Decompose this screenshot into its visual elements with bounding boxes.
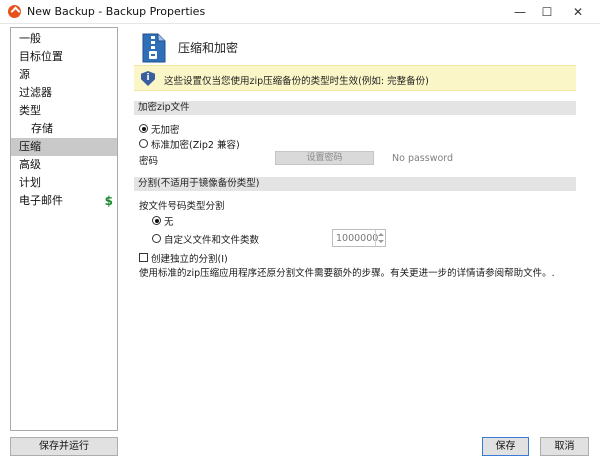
window-title: New Backup - Backup Properties: [27, 5, 206, 18]
split-count-value[interactable]: 1000000: [336, 233, 378, 244]
sidebar-item-label: 电子邮件: [19, 194, 63, 207]
maximize-button[interactable]: ☐: [531, 0, 563, 24]
sidebar-item-type[interactable]: 类型: [11, 102, 117, 120]
sidebar-item-label: 压缩: [19, 140, 41, 153]
password-label: 密码: [139, 156, 159, 167]
sidebar-item-label: 类型: [19, 104, 41, 117]
sidebar-item-email[interactable]: 电子邮件 $: [11, 192, 117, 210]
set-password-button[interactable]: 设置密码: [275, 151, 374, 165]
sidebar-nav: 一般 目标位置 源 过滤器 类型 存储 压缩 高级 计划 电子邮件 $: [10, 27, 118, 431]
independent-split-checkbox[interactable]: [139, 253, 148, 262]
radio-standard-encryption-label[interactable]: 标准加密(Zip2 兼容): [151, 137, 240, 151]
app-logo-icon: [8, 5, 21, 18]
sidebar-item-compression[interactable]: 压缩: [11, 138, 117, 156]
split-subtitle: 按文件号码类型分割: [139, 201, 225, 212]
radio-split-custom[interactable]: [152, 234, 161, 243]
info-banner: i 这些设置仅当您使用zip压缩备份的类型时生效(例如: 完整备份): [134, 65, 576, 91]
cancel-button[interactable]: 取消: [540, 437, 589, 456]
sidebar-item-label: 过滤器: [19, 86, 52, 99]
sidebar-item-label: 源: [19, 68, 30, 81]
independent-split-label[interactable]: 创建独立的分割(I): [151, 251, 228, 265]
sidebar-item-label: 目标位置: [19, 50, 63, 63]
sidebar-item-storage[interactable]: 存储: [11, 120, 117, 138]
chevron-down-icon[interactable]: [378, 240, 384, 243]
shield-info-icon: i: [141, 71, 155, 86]
radio-split-custom-label[interactable]: 自定义文件和文件类数: [164, 232, 259, 246]
radio-split-none[interactable]: [152, 216, 161, 225]
save-button[interactable]: 保存: [482, 437, 529, 456]
sidebar-item-filters[interactable]: 过滤器: [11, 84, 117, 102]
password-status: No password: [392, 153, 454, 164]
sidebar-item-label: 存储: [31, 122, 53, 135]
radio-standard-encryption[interactable]: [139, 139, 148, 148]
radio-no-encryption-label[interactable]: 无加密: [151, 122, 180, 136]
radio-no-encryption[interactable]: [139, 124, 148, 133]
stepper-buttons[interactable]: [375, 230, 385, 246]
split-help-text: 使用标准的zip压缩应用程序还原分割文件需要额外的步骤。有关更进一步的详情请参阅…: [139, 268, 555, 279]
sidebar-item-schedule[interactable]: 计划: [11, 174, 117, 192]
zip-file-icon: [141, 33, 167, 63]
page-title: 压缩和加密: [178, 41, 239, 55]
sidebar-item-label: 高级: [19, 158, 41, 171]
section-encryption-header: 加密zip文件: [134, 101, 576, 115]
split-count-stepper[interactable]: 1000000: [332, 229, 386, 247]
save-and-run-button[interactable]: 保存并运行: [10, 437, 118, 456]
sidebar-item-label: 计划: [19, 176, 41, 189]
sidebar-item-general[interactable]: 一般: [11, 30, 117, 48]
sidebar-item-label: 一般: [19, 32, 41, 45]
info-text: 这些设置仅当您使用zip压缩备份的类型时生效(例如: 完整备份): [164, 76, 429, 87]
close-button[interactable]: ✕: [562, 0, 594, 24]
sidebar-item-source[interactable]: 源: [11, 66, 117, 84]
dollar-icon: $: [104, 194, 113, 208]
sidebar-item-advanced[interactable]: 高级: [11, 156, 117, 174]
sidebar-item-destination[interactable]: 目标位置: [11, 48, 117, 66]
section-split-header: 分割(不适用于镜像备份类型): [134, 177, 576, 191]
title-bar: New Backup - Backup Properties — ☐ ✕: [0, 0, 600, 24]
chevron-up-icon[interactable]: [378, 233, 384, 236]
radio-split-none-label[interactable]: 无: [164, 214, 174, 228]
